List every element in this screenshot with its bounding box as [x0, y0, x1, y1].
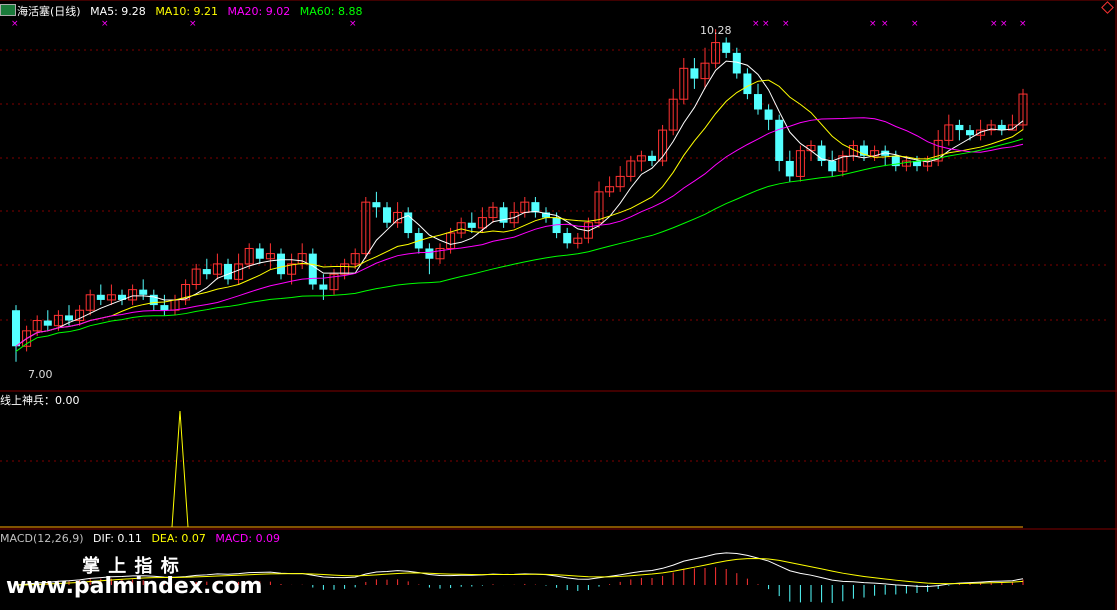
dif-label: DIF: 0.11 — [93, 532, 142, 545]
main-panel-header: 海活塞(日线) MA5: 9.28 MA10: 9.21 MA20: 9.02 … — [0, 4, 368, 18]
signal-marker: × — [349, 19, 357, 29]
logo-icon — [0, 4, 16, 16]
signal-marker: × — [990, 19, 998, 29]
candle-body-down — [224, 263, 232, 280]
candle-body-down — [43, 320, 52, 326]
ma20-line — [15, 117, 1024, 347]
candle-body-down — [308, 253, 317, 285]
signal-marker: × — [1019, 19, 1027, 29]
macd-value-label: MACD: 0.09 — [215, 532, 281, 545]
signal-marker: × — [101, 19, 109, 29]
ma60-label: MA60: 8.88 — [299, 5, 363, 18]
candle-body-down — [202, 269, 211, 275]
candle-body-down — [12, 310, 20, 347]
candle-body-down — [743, 73, 752, 95]
ma20-label: MA20: 9.02 — [227, 5, 291, 18]
signal-marker: × — [869, 19, 877, 29]
candle-body-down — [955, 124, 964, 131]
dea-label: DEA: 0.07 — [151, 532, 206, 545]
indicator-spike — [171, 410, 189, 528]
candle-body-down — [425, 248, 434, 259]
stock-chart[interactable]: × × × × × × × × × × × × × — [0, 0, 1117, 610]
candle-body-down — [690, 68, 699, 79]
candle-body-down — [754, 94, 762, 110]
macd-header: MACD(12,26,9) DIF: 0.11 DEA: 0.07 MACD: … — [0, 532, 286, 545]
stock-title: 海活塞(日线) — [17, 5, 81, 18]
candle-body-down — [383, 207, 391, 223]
signal-marker: × — [881, 19, 889, 29]
candle-body-down — [372, 202, 381, 208]
watermark-url: www.palmindex.com — [6, 574, 263, 599]
candle-body-down — [255, 248, 264, 259]
indicator-header: 线上神兵：0.00 — [0, 394, 86, 407]
signal-marker: × — [189, 19, 197, 29]
candle-body-down — [531, 202, 540, 213]
signal-marker: × — [11, 19, 19, 29]
signal-marker: × — [782, 19, 790, 29]
candle-body-down — [319, 284, 328, 290]
ma10-label: MA10: 9.21 — [155, 5, 219, 18]
candle-body-down — [785, 160, 794, 177]
candle-body-down — [65, 315, 73, 321]
candle-body-down — [139, 289, 148, 295]
candle-body-down — [775, 119, 784, 161]
low-price-label: 7.00 — [28, 368, 53, 381]
signal-marker: × — [752, 19, 760, 29]
candle-body-down — [563, 233, 572, 244]
candle-body-down — [96, 294, 105, 300]
candle-body-down — [966, 130, 974, 136]
ma5-label: MA5: 9.28 — [90, 5, 146, 18]
candle-body-down — [722, 42, 731, 53]
candle-body-down — [277, 253, 285, 275]
signal-marker: × — [1000, 19, 1008, 29]
indicator-label: 线上神兵：0.00 — [0, 394, 80, 407]
signal-marker: × — [762, 19, 770, 29]
signal-marker: × — [911, 19, 919, 29]
candle-body-down — [160, 305, 169, 311]
candle-body-down — [648, 155, 656, 161]
high-price-label: 10.28 — [700, 24, 732, 37]
macd-title: MACD(12,26,9) — [0, 532, 84, 545]
candle-body-down — [828, 160, 837, 172]
candle-body-down — [764, 109, 773, 120]
candle-body-down — [467, 222, 476, 228]
